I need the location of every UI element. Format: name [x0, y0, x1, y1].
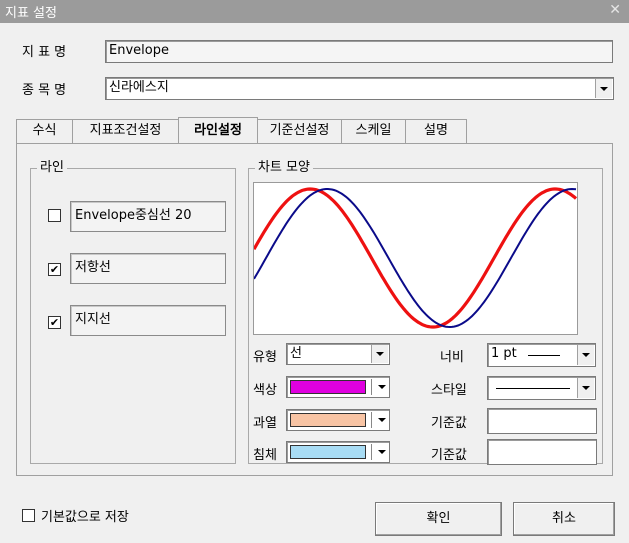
type-value: 선: [290, 346, 302, 361]
line-preview: [252, 182, 578, 335]
chart-style-title: 차트 모양: [255, 160, 313, 176]
indicator-name-field[interactable]: Envelope: [105, 40, 613, 63]
overbought-swatch: [290, 413, 366, 427]
line-checkbox-2[interactable]: ✔: [48, 263, 61, 276]
symbol-value: 신라에스지: [109, 80, 169, 95]
line-checkbox-1[interactable]: [48, 209, 61, 222]
symbol-label: 종 목 명: [22, 83, 67, 98]
overbought-color-select[interactable]: [286, 409, 390, 431]
width-value: 1 pt: [491, 346, 517, 361]
window-title: 지표 설정: [5, 6, 57, 21]
tab-description[interactable]: 설명: [405, 119, 467, 143]
tab-indicator-conditions[interactable]: 지표조건설정: [72, 119, 179, 143]
oversold-base-label: 기준값: [431, 448, 467, 463]
symbol-select[interactable]: 신라에스지: [105, 77, 614, 100]
ok-button[interactable]: 확인: [375, 502, 502, 536]
preview-blue-line: [253, 187, 577, 329]
save-default-checkbox[interactable]: [22, 509, 35, 522]
preview-red-line: [252, 187, 578, 329]
cancel-button[interactable]: 취소: [513, 502, 615, 536]
line-item-2[interactable]: 저항선: [70, 253, 226, 284]
chevron-down-icon[interactable]: [371, 345, 388, 363]
line-item-1[interactable]: Envelope중심선 20: [70, 201, 226, 232]
line-item-3[interactable]: 지지선: [70, 305, 226, 336]
close-icon[interactable]: ✕: [609, 2, 621, 18]
style-label: 스타일: [431, 383, 467, 398]
style-line-sample: [496, 388, 570, 389]
tab-panel: 라인 Envelope중심선 20 ✔ 저항선 ✔ 지지선 차트 모양 유형 선…: [16, 143, 613, 476]
tab-formula[interactable]: 수식: [16, 119, 73, 143]
line-group: 라인 Envelope중심선 20 ✔ 저항선 ✔ 지지선: [30, 160, 236, 464]
chart-style-group: 차트 모양 유형 선 너비 1 pt 색상 스타일 과열 기준값 침체 기준값: [248, 160, 603, 465]
overbought-label: 과열: [253, 416, 277, 431]
save-default-label: 기본값으로 저장: [41, 510, 129, 525]
width-line-sample: [528, 355, 560, 356]
oversold-base-input[interactable]: [487, 439, 597, 465]
chevron-down-icon[interactable]: [378, 418, 386, 422]
oversold-color-select[interactable]: [286, 441, 390, 463]
width-select[interactable]: 1 pt: [487, 343, 596, 367]
color-select[interactable]: [286, 376, 390, 398]
overbought-base-label: 기준값: [431, 416, 467, 431]
oversold-swatch: [290, 445, 366, 459]
name-label: 지 표 명: [22, 45, 67, 60]
overbought-base-input[interactable]: [487, 408, 597, 434]
line-checkbox-3[interactable]: ✔: [48, 316, 61, 329]
title-bar: 지표 설정 ✕: [0, 0, 629, 23]
oversold-label: 침체: [253, 448, 277, 463]
style-select[interactable]: [487, 376, 596, 400]
chevron-down-icon[interactable]: [378, 385, 386, 389]
line-preview-svg: [252, 187, 578, 329]
tab-bar: 수식 지표조건설정 라인설정 기준선설정 스케일 설명: [16, 117, 467, 144]
color-label: 색상: [253, 383, 277, 398]
line-group-title: 라인: [37, 160, 67, 176]
chevron-down-icon[interactable]: [378, 450, 386, 454]
color-swatch: [290, 380, 366, 394]
type-label: 유형: [253, 350, 277, 365]
type-select[interactable]: 선: [286, 343, 390, 365]
tab-line-settings[interactable]: 라인설정: [178, 117, 258, 143]
chevron-down-icon[interactable]: [577, 345, 594, 365]
width-label: 너비: [440, 350, 464, 365]
tab-scale[interactable]: 스케일: [341, 119, 406, 143]
chevron-down-icon[interactable]: [577, 378, 594, 398]
tab-baseline-settings[interactable]: 기준선설정: [257, 119, 342, 143]
chevron-down-icon[interactable]: [595, 79, 612, 98]
